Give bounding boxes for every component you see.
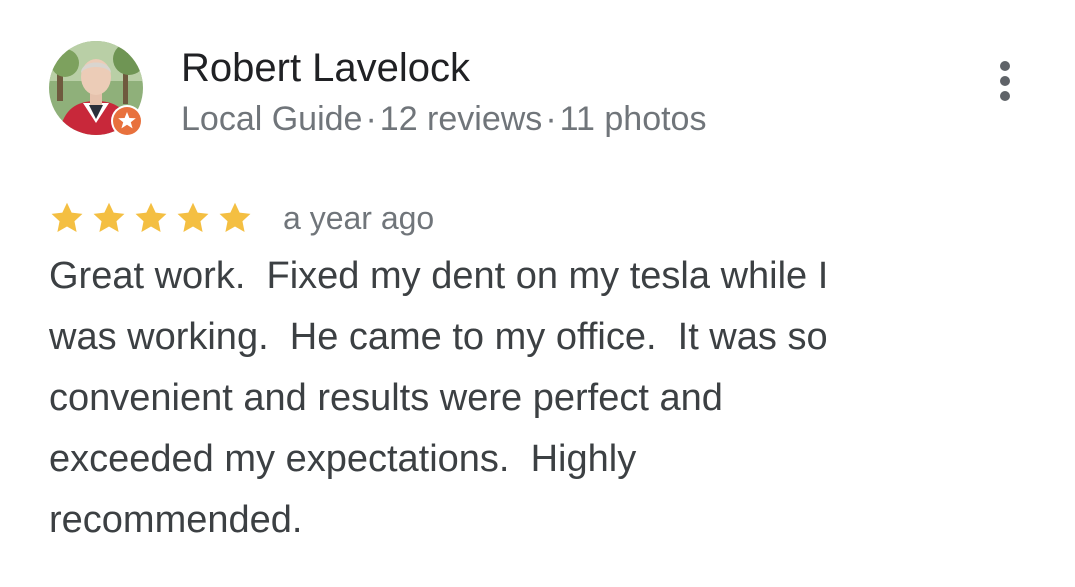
review-text: Great work. Fixed my dent on my tesla wh… [49,246,949,551]
review-text-line: was working. He came to my office. It wa… [49,316,828,358]
reviewer-meta: Local Guide·12 reviews·11 photos [181,99,706,139]
review-text-line: exceeded my expectations. Highly [49,438,637,480]
review-text-line: Great work. Fixed my dent on my tesla wh… [49,255,829,297]
review-time: a year ago [283,200,435,236]
meta-separator: · [545,100,557,138]
star-icon [175,200,211,236]
star-icon [217,200,253,236]
review-count: 12 reviews [379,100,543,138]
local-guide-badge-icon [111,105,143,137]
rating-row: a year ago [49,196,434,240]
star-icon [133,200,169,236]
star-icon [49,200,85,236]
more-vert-icon [1000,61,1010,101]
star-rating [49,200,259,236]
review-text-line: convenient and results were perfect and [49,377,723,419]
star-icon [91,200,127,236]
reviewer-avatar[interactable] [49,41,143,137]
more-options-button[interactable] [988,58,1022,104]
review-text-line: recommended. [49,499,303,541]
meta-separator: · [365,100,377,138]
reviewer-name[interactable]: Robert Lavelock [181,44,470,92]
local-guide-label: Local Guide [181,100,363,138]
photo-count: 11 photos [559,100,707,138]
